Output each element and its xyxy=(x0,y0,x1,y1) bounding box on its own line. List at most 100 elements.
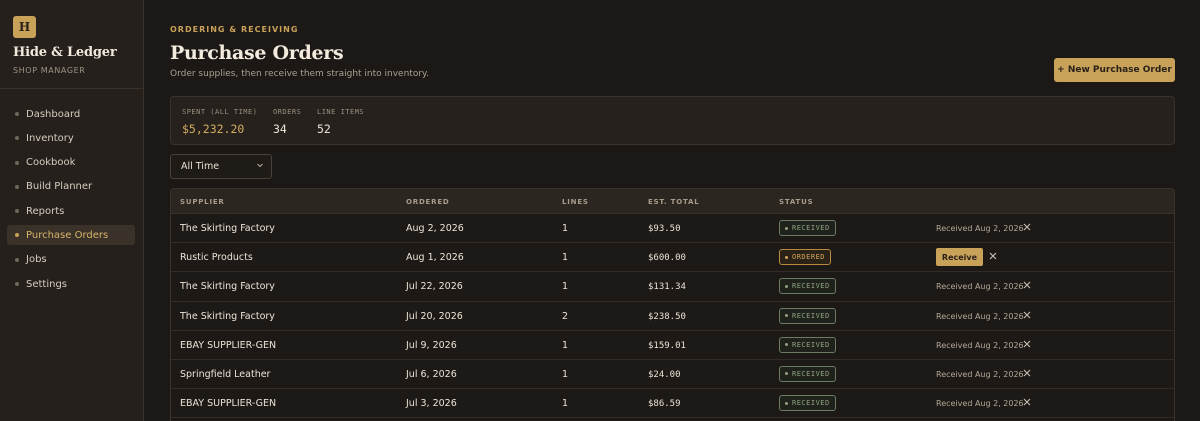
sidebar-item-label: Cookbook xyxy=(26,157,76,169)
table-row: Springfield Leather Jul 6, 2026 1 $24.00 REC… xyxy=(171,359,1174,390)
status-dot-icon xyxy=(785,343,788,347)
close-icon[interactable] xyxy=(1023,367,1031,380)
sidebar-item-purchase-orders[interactable]: Purchase Orders xyxy=(7,225,135,246)
close-icon[interactable] xyxy=(1023,221,1031,234)
total-cell: $600.00 xyxy=(648,253,686,264)
status-dot-icon xyxy=(785,401,788,405)
stat-label: LINE ITEMS xyxy=(317,108,365,116)
close-icon[interactable] xyxy=(989,250,997,263)
table-row: EBAY SUPPLIER-GEN Jul 9, 2026 1 $159.01 RECE… xyxy=(171,330,1174,360)
ordered-cell: Aug 2, 2026 xyxy=(406,223,464,234)
close-icon[interactable] xyxy=(1023,279,1031,292)
ordered-cell: Aug 1, 2026 xyxy=(406,252,464,264)
lines-cell: 1 xyxy=(562,339,569,351)
lines-cell: 1 xyxy=(562,281,569,293)
table-row: EBAY SUPPLIER-GEN Jul 3, 2026 1 $86.59 RECEI… xyxy=(171,389,1174,419)
close-icon[interactable] xyxy=(1023,396,1031,409)
received-date: Received Aug 2, 2026 xyxy=(936,340,1024,350)
page-subtitle: Order supplies, then receive them straig… xyxy=(170,69,429,79)
nav-dot-icon xyxy=(15,160,19,165)
stat-spent: SPENT (ALL TIME) $5,232.20 xyxy=(182,108,257,136)
status-badge: RECEIVED xyxy=(779,278,836,295)
status-label: RECEIVED xyxy=(792,282,830,291)
status-label: ORDERED xyxy=(792,253,826,262)
sidebar-item-build-planner[interactable]: Build Planner xyxy=(7,177,135,197)
ordered-cell: Jul 22, 2026 xyxy=(406,281,463,293)
status-badge: RECEIVED xyxy=(779,395,836,412)
receive-button[interactable]: Receive xyxy=(936,248,983,267)
ordered-cell: Jul 20, 2026 xyxy=(406,310,463,322)
supplier-cell: Springfield Leather xyxy=(180,368,271,380)
status-badge: RECEIVED xyxy=(779,307,836,324)
col-ordered: ORDERED xyxy=(406,198,450,206)
supplier-cell: The Skirting Factory xyxy=(180,223,275,234)
total-cell: $159.01 xyxy=(648,340,686,351)
supplier-cell: The Skirting Factory xyxy=(180,310,275,322)
brand-subtitle: SHOP MANAGER xyxy=(13,66,86,75)
nav-dot-icon xyxy=(15,136,19,141)
logo: H xyxy=(13,16,36,38)
new-purchase-order-button[interactable]: + New Purchase Order xyxy=(1054,58,1175,82)
received-date: Received Aug 2, 2026 xyxy=(936,311,1024,321)
status-label: RECEIVED xyxy=(792,369,830,378)
stat-label: ORDERS xyxy=(273,108,302,116)
table-row: The Skirting Factory Jul 22, 2026 1 $131.34… xyxy=(171,272,1174,302)
page-eyebrow: ORDERING & RECEIVING xyxy=(170,25,299,34)
supplier-cell: Rustic Products xyxy=(180,252,253,264)
supplier-cell: The Skirting Factory xyxy=(180,281,275,293)
status-label: RECEIVED xyxy=(792,224,830,232)
brand: H Hide & Ledger SHOP MANAGER xyxy=(0,0,143,89)
supplier-cell: EBAY SUPPLIER-GEN xyxy=(180,339,277,351)
sidebar: H Hide & Ledger SHOP MANAGER Dashboard In… xyxy=(0,0,144,421)
brand-name: Hide & Ledger xyxy=(13,45,117,60)
received-date: Received Aug 2, 2026 xyxy=(936,369,1024,379)
close-icon[interactable] xyxy=(1023,309,1031,322)
col-supplier: SUPPLIER xyxy=(180,198,225,206)
status-badge: RECEIVED xyxy=(779,365,836,382)
time-range-select[interactable]: All Time xyxy=(170,154,272,179)
sidebar-item-label: Settings xyxy=(26,278,68,290)
nav-dot-icon xyxy=(15,257,19,262)
nav-dot-icon xyxy=(15,184,19,189)
received-date: Received Aug 2, 2026 xyxy=(936,399,1024,409)
purchase-orders-table: SUPPLIER ORDERED LINES EST. TOTAL STATUS… xyxy=(170,188,1175,421)
sidebar-item-label: Jobs xyxy=(26,254,47,266)
lines-cell: 1 xyxy=(562,223,569,234)
table-row: Rustic Products Aug 1, 2026 1 $600.00 ORDERE… xyxy=(171,243,1174,273)
status-badge: RECEIVED xyxy=(779,336,836,353)
sidebar-item-label: Dashboard xyxy=(26,108,81,120)
close-icon[interactable] xyxy=(1023,338,1031,351)
supplier-cell: EBAY SUPPLIER-GEN xyxy=(180,398,277,410)
ordered-cell: Jul 6, 2026 xyxy=(406,368,457,380)
time-range-value: All Time xyxy=(181,161,220,172)
sidebar-item-jobs[interactable]: Jobs xyxy=(7,250,135,270)
total-cell: $238.50 xyxy=(648,311,686,322)
stat-value: 52 xyxy=(317,122,331,136)
table-body: The Skirting Factory Aug 2, 2026 1 $93.50 RE… xyxy=(171,214,1174,419)
col-lines: LINES xyxy=(562,198,589,206)
status-label: RECEIVED xyxy=(792,340,830,349)
ordered-cell: Jul 9, 2026 xyxy=(406,339,457,351)
status-badge: RECEIVED xyxy=(779,220,836,236)
lines-cell: 1 xyxy=(562,398,569,410)
total-cell: $131.34 xyxy=(648,282,686,293)
stats-panel: SPENT (ALL TIME) $5,232.20 ORDERS 34 LIN… xyxy=(170,96,1175,145)
status-label: RECEIVED xyxy=(792,399,830,408)
lines-cell: 1 xyxy=(562,252,569,264)
ordered-cell: Jul 3, 2026 xyxy=(406,398,457,410)
sidebar-item-settings[interactable]: Settings xyxy=(7,274,135,294)
status-dot-icon xyxy=(785,372,788,376)
stat-line-items: LINE ITEMS 52 xyxy=(317,108,364,136)
status-dot-icon xyxy=(785,284,788,288)
nav-dot-icon xyxy=(15,209,19,214)
sidebar-item-cookbook[interactable]: Cookbook xyxy=(7,153,135,173)
sidebar-item-label: Reports xyxy=(26,205,65,217)
total-cell: $93.50 xyxy=(648,224,681,234)
sidebar-item-inventory[interactable]: Inventory xyxy=(7,128,135,148)
stat-value: 34 xyxy=(273,122,287,136)
sidebar-item-reports[interactable]: Reports xyxy=(7,201,135,221)
stat-value: $5,232.20 xyxy=(182,122,245,136)
nav-dot-icon xyxy=(15,112,19,116)
sidebar-item-dashboard[interactable]: Dashboard xyxy=(7,104,135,124)
table-row: The Skirting Factory Aug 2, 2026 1 $93.50 RE… xyxy=(171,214,1174,244)
